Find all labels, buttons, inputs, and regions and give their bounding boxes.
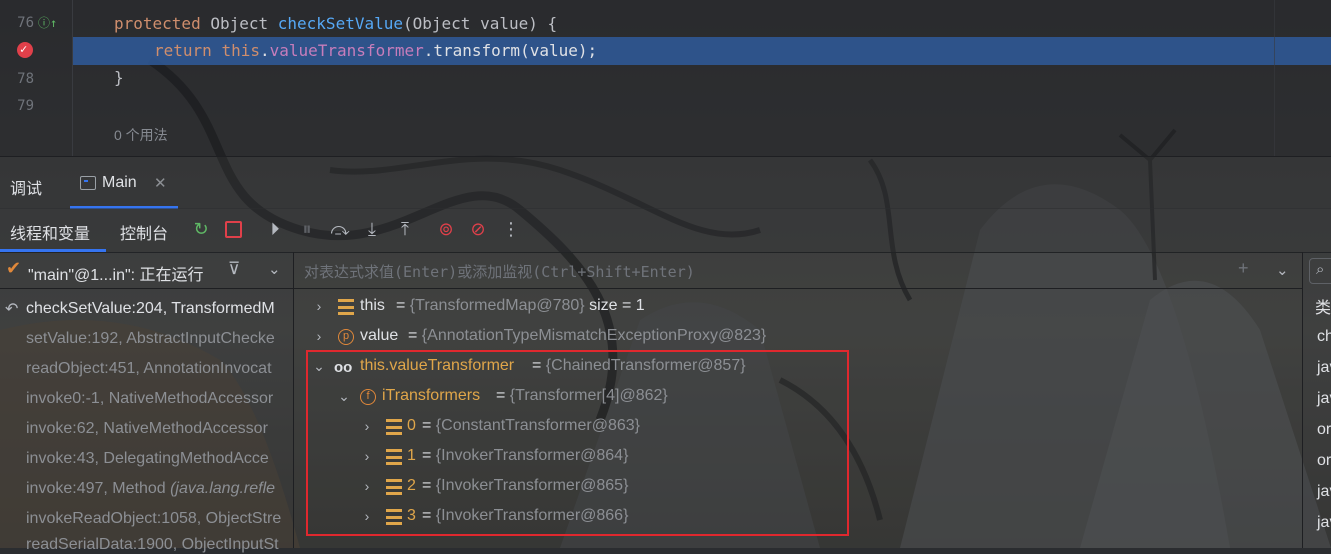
keyword: protected [114, 14, 201, 33]
stack-frame[interactable]: invoke0:-1, NativeMethodAccessor [26, 390, 293, 408]
add-watch-icon[interactable]: + [1238, 258, 1249, 279]
line-number: 76 [17, 15, 34, 31]
class-item[interactable]: jav [1317, 359, 1331, 377]
override-marker-icon[interactable]: ⓘ↑ [38, 14, 57, 31]
step-into-icon[interactable]: ⤓ [361, 218, 383, 240]
filter-icon[interactable]: ⊽ [228, 259, 240, 279]
object-icon [338, 299, 354, 315]
chevron-right-icon[interactable]: › [312, 298, 326, 314]
method-call: .transform(value); [423, 41, 598, 60]
classes-panel: ⌕ 类 ch jav jav or or jav jav [1302, 252, 1331, 548]
stack-frame[interactable]: invoke:43, DelegatingMethodAcce [26, 450, 293, 468]
params: (Object value) { [403, 14, 558, 33]
keyword: return [154, 41, 212, 60]
rerun-icon[interactable]: ↻ [190, 218, 212, 240]
tab-main[interactable]: Main ✕ [70, 157, 178, 209]
chevron-right-icon[interactable]: › [312, 328, 326, 344]
stack-frame[interactable]: checkSetValue:204, TransformedM [26, 300, 293, 318]
step-out-icon[interactable]: ⤒ [394, 218, 416, 240]
mute-breakpoints-icon[interactable]: ⊘ [467, 218, 489, 240]
code-line-77[interactable]: return this.valueTransformer.transform(v… [154, 41, 597, 60]
tab-label: 线程和变量 [10, 226, 91, 243]
resume-icon[interactable]: ⏵ [264, 218, 286, 240]
line-number: 79 [17, 98, 34, 114]
breakpoint-icon[interactable]: ✓ [17, 42, 33, 58]
close-icon[interactable]: ✕ [154, 174, 167, 192]
search-icon: ⌕ [1316, 261, 1325, 278]
type-name: Object [200, 14, 278, 33]
field-name: valueTransformer [269, 41, 424, 60]
stack-frame[interactable]: invoke:497, Method (java.lang.refle [26, 480, 293, 498]
class-item[interactable]: jav [1317, 390, 1331, 408]
evaluate-watch-bar[interactable]: 对表达式求值(Enter)或添加监视(Ctrl+Shift+Enter) + ⌄ [294, 252, 1302, 289]
run-config-icon [80, 176, 96, 190]
frame-method: invoke:497, Method [26, 480, 171, 497]
this-keyword: this [221, 41, 260, 60]
line-number: 78 [17, 71, 34, 87]
tab-main-label: Main [102, 174, 137, 191]
class-item[interactable]: or [1317, 452, 1331, 470]
thread-selector[interactable]: ✔ "main"@1...in": 正在运行 ⊽ ⌄ [0, 252, 293, 289]
checkmark-icon: ✓ [20, 42, 28, 56]
stack-frame[interactable]: readSerialData:1900, ObjectInputSt [26, 536, 293, 554]
right-margin-guide [1274, 0, 1275, 156]
class-item[interactable]: jav [1317, 483, 1331, 501]
chevron-down-icon[interactable]: ⌄ [268, 260, 281, 278]
code-line-76[interactable]: protected Object checkSetValue(Object va… [114, 14, 557, 33]
pause-icon[interactable]: ⏸ [296, 218, 318, 240]
stop-icon[interactable] [222, 218, 244, 240]
search-field[interactable]: ⌕ [1309, 258, 1331, 284]
variable-value: = {TransformedMap@780} size = 1 [396, 297, 645, 314]
thread-check-icon: ✔ [6, 258, 22, 278]
watch-input[interactable]: 对表达式求值(Enter)或添加监视(Ctrl+Shift+Enter) [304, 261, 695, 282]
toolwindow-title: 调试 [10, 181, 43, 198]
code-editor[interactable]: 76 ⓘ↑ ✓ 78 79 protected Object checkSetV… [0, 0, 1331, 156]
frame-return-icon: ↶ [5, 301, 19, 318]
parameter-icon: p [338, 329, 354, 345]
view-breakpoints-icon[interactable]: ⊚ [435, 218, 457, 240]
variable-row[interactable]: › this = {TransformedMap@780} size = 1 [294, 294, 1294, 324]
debug-toolwindow-header: 调试 Main ✕ [0, 156, 1331, 209]
thread-label: "main"@1...in": 正在运行 [28, 267, 204, 284]
stack-frame[interactable]: readObject:451, AnnotationInvocat [26, 360, 293, 378]
debug-toolbar: 线程和变量 控制台 ↻ ⏵ ⏸ ⤼ ⤓ ⤒ ⊚ ⊘ ⋮ [0, 208, 1331, 253]
method-name: checkSetValue [277, 14, 403, 33]
tab-console[interactable]: 控制台 [120, 220, 168, 244]
class-item[interactable]: or [1317, 421, 1331, 439]
variable-name: this [360, 297, 385, 314]
more-options-icon[interactable]: ⋮ [500, 218, 522, 240]
annotation-highlight-box [306, 350, 849, 536]
frame-class: (java.lang.refle [170, 480, 276, 497]
classes-header: 类 [1315, 300, 1331, 317]
stack-frame[interactable]: invokeReadObject:1058, ObjectStre [26, 510, 293, 528]
gutter-divider [72, 0, 73, 156]
stack-frame[interactable]: setValue:192, AbstractInputChecke [26, 330, 293, 348]
tab-threads-and-variables[interactable]: 线程和变量 [0, 208, 106, 252]
usages-hint[interactable]: 0 个用法 [114, 125, 168, 145]
class-item[interactable]: ch [1317, 328, 1331, 346]
code-line-78[interactable]: } [114, 68, 124, 87]
chevron-down-icon[interactable]: ⌄ [1276, 261, 1289, 279]
variables-panel: 对表达式求值(Enter)或添加监视(Ctrl+Shift+Enter) + ⌄… [294, 252, 1302, 548]
frames-panel: ✔ "main"@1...in": 正在运行 ⊽ ⌄ ↶ checkSetVal… [0, 252, 294, 553]
stack-frame[interactable]: invoke:62, NativeMethodAccessor [26, 420, 293, 438]
step-over-icon[interactable]: ⤼ [329, 218, 351, 240]
class-item[interactable]: jav [1317, 514, 1331, 532]
variable-value: = {AnnotationTypeMismatchExceptionProxy@… [408, 327, 767, 344]
variable-name: value [360, 327, 399, 344]
